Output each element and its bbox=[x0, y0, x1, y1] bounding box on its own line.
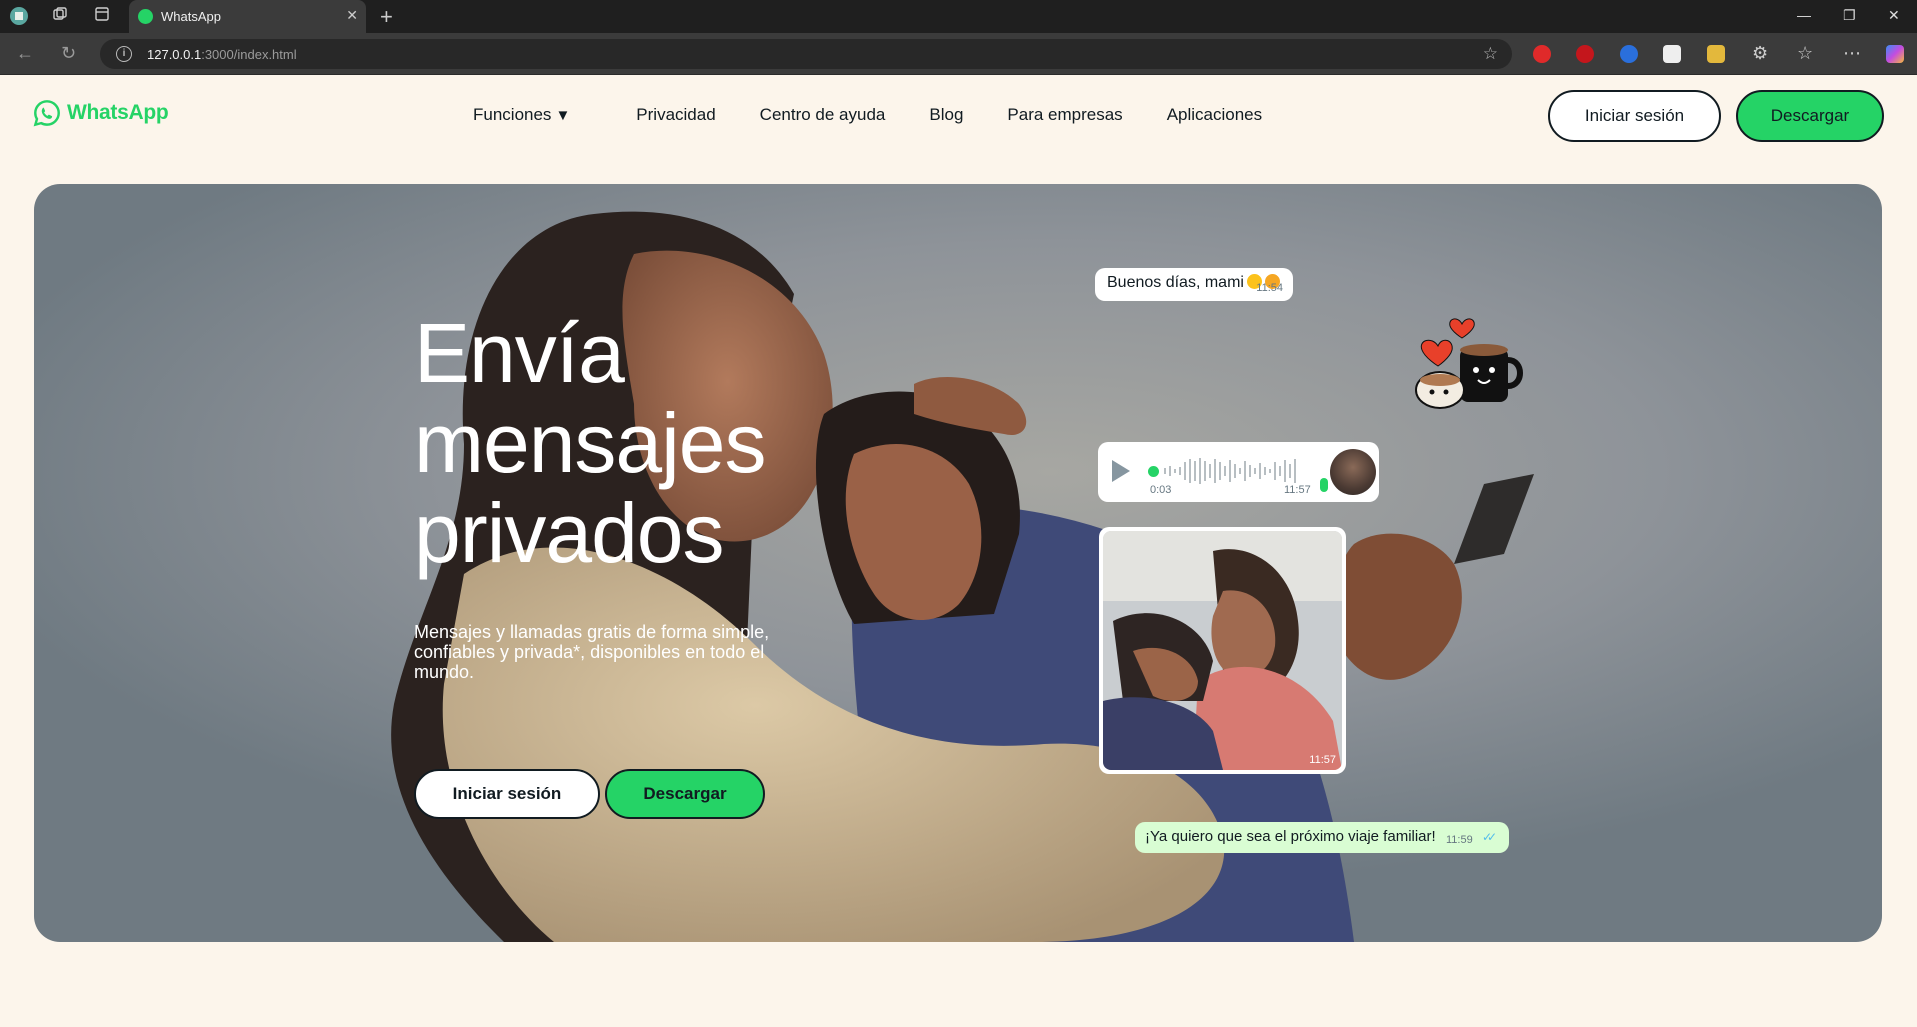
message-text: Buenos días, mami bbox=[1107, 274, 1244, 291]
url-path: :3000/index.html bbox=[201, 47, 297, 62]
workspaces-icon[interactable] bbox=[49, 6, 71, 28]
logo-text: WhatsApp bbox=[67, 101, 169, 124]
outgoing-message-bubble: ¡Ya quiero que sea el próximo viaje fami… bbox=[1135, 822, 1509, 853]
extension-blue-icon[interactable] bbox=[1620, 45, 1638, 63]
microphone-icon bbox=[1320, 478, 1328, 492]
main-nav: Funciones ▼ Privacidad Centro de ayuda Bl… bbox=[473, 105, 1306, 125]
playback-position-dot[interactable] bbox=[1148, 466, 1159, 477]
favorites-icon[interactable]: ☆ bbox=[1797, 43, 1813, 64]
extension-adblock-icon[interactable] bbox=[1533, 45, 1551, 63]
refresh-icon[interactable]: ↻ bbox=[61, 43, 76, 64]
tab-title: WhatsApp bbox=[161, 9, 221, 24]
close-window-button[interactable]: ✕ bbox=[1888, 7, 1900, 24]
read-ticks-icon: ✓✓ bbox=[1482, 830, 1497, 844]
caret-down-icon: ▼ bbox=[555, 107, 571, 124]
url-input[interactable]: i 127.0.0.1:3000/index.html ☆ bbox=[100, 39, 1512, 69]
hero-download-button[interactable]: Descargar bbox=[605, 769, 765, 819]
hero-title-line-2: mensajes bbox=[414, 396, 767, 490]
nav-item-blog[interactable]: Blog bbox=[929, 105, 963, 125]
message-time: 11:59 bbox=[1446, 834, 1473, 846]
extension-card-icon[interactable] bbox=[1707, 45, 1725, 63]
nav-item-centro-de-ayuda[interactable]: Centro de ayuda bbox=[760, 105, 886, 125]
photo-message-bubble[interactable]: 11:57 bbox=[1099, 527, 1346, 774]
url-text: 127.0.0.1:3000/index.html bbox=[147, 47, 297, 62]
more-menu-icon[interactable]: ⋯ bbox=[1843, 43, 1861, 64]
hero-title: Envía mensajes privados bbox=[414, 308, 914, 578]
minimize-button[interactable]: — bbox=[1797, 7, 1811, 23]
vertical-tabs-icon[interactable] bbox=[91, 6, 113, 28]
nav-item-aplicaciones[interactable]: Aplicaciones bbox=[1167, 105, 1262, 125]
extension-grammar-icon[interactable] bbox=[1576, 45, 1594, 63]
waveform-icon bbox=[1164, 458, 1296, 484]
shared-photo bbox=[1103, 531, 1342, 770]
nav-item-para-empresas[interactable]: Para empresas bbox=[1007, 105, 1122, 125]
hero-title-line-3: privados bbox=[414, 486, 725, 580]
site-header: WhatsApp Funciones ▼ Privacidad Centro de… bbox=[0, 76, 1917, 184]
tab-whatsapp[interactable]: WhatsApp ✕ bbox=[129, 0, 366, 33]
site-info-icon[interactable]: i bbox=[116, 46, 132, 62]
message-time: 11:54 bbox=[1256, 282, 1283, 294]
voice-duration: 0:03 bbox=[1150, 484, 1172, 496]
header-download-button[interactable]: Descargar bbox=[1736, 90, 1884, 142]
photo-time: 11:57 bbox=[1309, 754, 1336, 766]
tab-close-icon[interactable]: ✕ bbox=[346, 7, 358, 24]
nav-item-funciones[interactable]: Funciones ▼ bbox=[473, 105, 570, 125]
hero-title-line-1: Envía bbox=[414, 306, 625, 400]
restore-button[interactable]: ❐ bbox=[1843, 7, 1856, 24]
play-icon[interactable] bbox=[1112, 460, 1130, 482]
browser-tab-bar: WhatsApp ✕ + — ❐ ✕ bbox=[0, 0, 1917, 33]
hero-section: Envía mensajes privados Mensajes y llama… bbox=[34, 184, 1882, 942]
address-bar: ← ↻ i 127.0.0.1:3000/index.html ☆ ⚙ ☆ ⋯ bbox=[0, 33, 1917, 75]
voice-time: 11:57 bbox=[1284, 484, 1311, 496]
extension-pen-icon[interactable] bbox=[1663, 45, 1681, 63]
profile-icon[interactable] bbox=[8, 6, 30, 28]
hero-photo bbox=[391, 211, 1534, 942]
nav-item-privacidad[interactable]: Privacidad bbox=[636, 105, 715, 125]
url-host: 127.0.0.1 bbox=[147, 47, 202, 62]
new-tab-button[interactable]: + bbox=[380, 4, 393, 30]
whatsapp-favicon-icon bbox=[138, 9, 153, 24]
coffee-cups-sticker-icon bbox=[1415, 318, 1523, 409]
back-arrow-icon[interactable]: ← bbox=[16, 43, 34, 64]
whatsapp-logo-icon bbox=[33, 100, 60, 127]
header-login-button[interactable]: Iniciar sesión bbox=[1548, 90, 1721, 142]
message-text: ¡Ya quiero que sea el próximo viaje fami… bbox=[1145, 828, 1436, 845]
hero-subtitle: Mensajes y llamadas gratis de forma simp… bbox=[414, 622, 770, 682]
hero-login-button[interactable]: Iniciar sesión bbox=[414, 769, 600, 819]
copilot-icon[interactable] bbox=[1886, 45, 1904, 63]
nav-label: Funciones bbox=[473, 105, 552, 124]
voice-message-bubble[interactable]: 0:03 11:57 bbox=[1098, 442, 1379, 502]
incoming-message-bubble: Buenos días, mami 11:54 bbox=[1095, 268, 1293, 301]
extensions-puzzle-icon[interactable]: ⚙ bbox=[1752, 43, 1768, 64]
whatsapp-logo[interactable]: WhatsApp bbox=[32, 98, 169, 128]
avatar bbox=[1330, 449, 1376, 495]
favorite-star-icon[interactable]: ☆ bbox=[1483, 44, 1498, 64]
